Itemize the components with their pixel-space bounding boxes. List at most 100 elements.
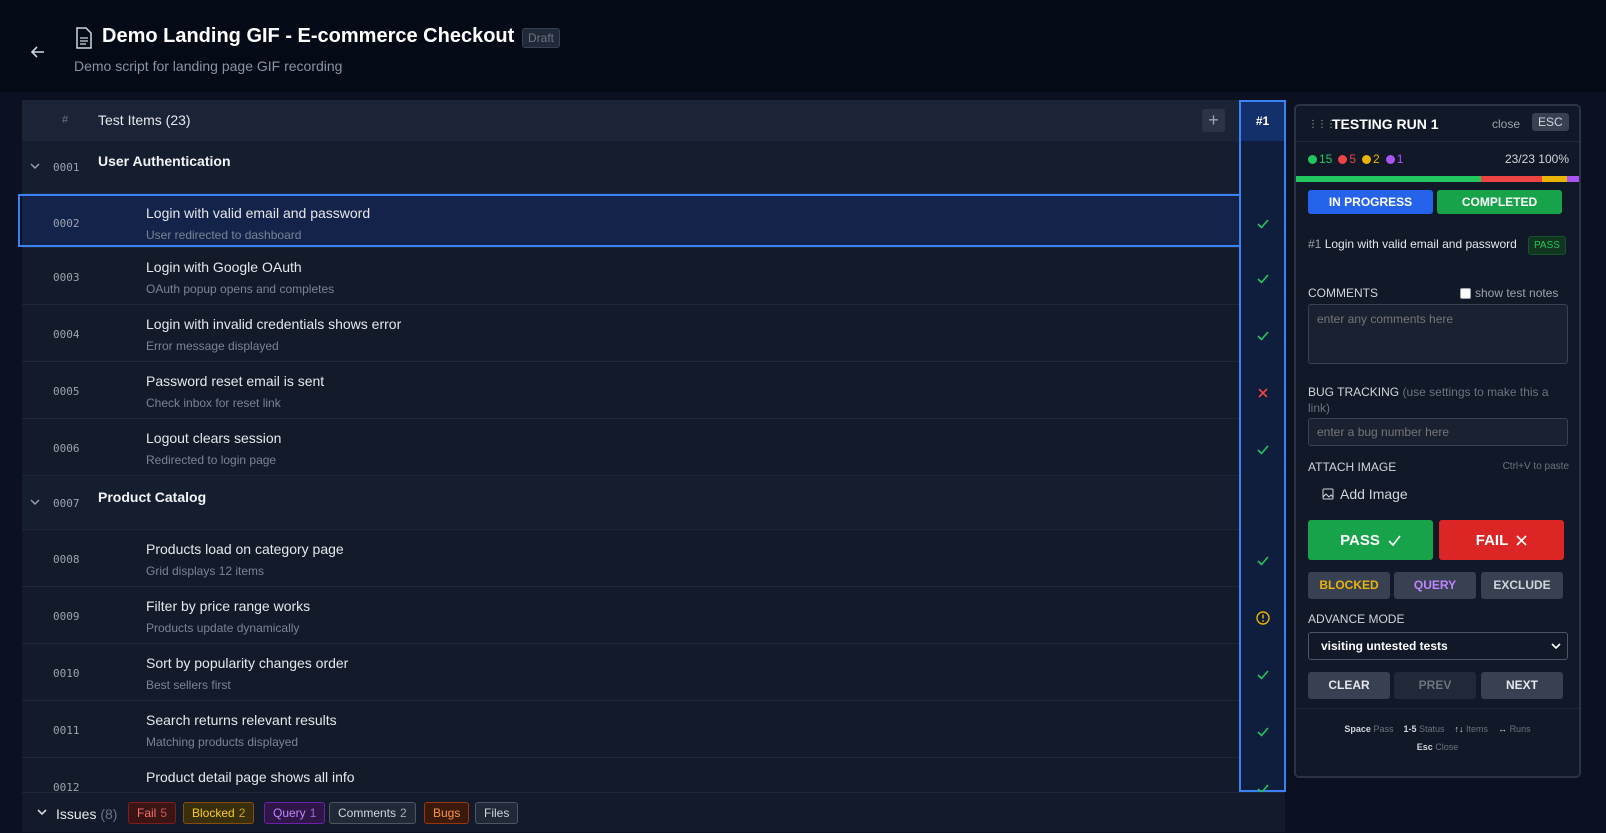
item-number: 0007 (53, 497, 80, 510)
table-row[interactable]: 0010 Sort by popularity changes order Best… (22, 645, 1285, 701)
progress-segment-pass (1296, 176, 1481, 182)
add-item-button[interactable]: + (1202, 109, 1225, 132)
check-icon[interactable] (1253, 440, 1273, 460)
test-description: User redirected to dashboard (146, 228, 302, 242)
test-name: Products load on category page (146, 541, 344, 557)
table-row[interactable]: 0009 Filter by price range works Products … (22, 588, 1285, 644)
item-number: 0004 (53, 328, 80, 341)
group-row[interactable]: 0001 User Authentication (22, 141, 1285, 194)
test-name: Login with valid email and password (146, 205, 371, 221)
shortcut-hint: ↔ Runs (1498, 724, 1531, 734)
clear-button[interactable]: CLEAR (1308, 672, 1390, 699)
check-icon[interactable] (1253, 722, 1273, 742)
bug-number-input[interactable] (1308, 418, 1568, 446)
esc-key-badge: ESC (1532, 113, 1569, 131)
exclude-button[interactable]: EXCLUDE (1481, 572, 1563, 599)
issue-chip-fail[interactable]: Fail 5 (128, 802, 177, 824)
table-row[interactable]: 0011 Search returns relevant results Match… (22, 702, 1285, 758)
chevron-down-icon[interactable] (36, 806, 48, 818)
issue-chip-query[interactable]: Query 1 (264, 802, 326, 824)
test-description: Best sellers first (146, 678, 231, 692)
chevron-down-icon[interactable] (30, 161, 40, 171)
item-number: 0001 (53, 161, 80, 174)
page-title: Demo Landing GIF - E-commerce Checkout (102, 25, 515, 47)
paste-hint: Ctrl+V to paste (1502, 461, 1569, 472)
run-column-header[interactable]: #1 (1241, 102, 1284, 141)
issue-chip-bugs[interactable]: Bugs (424, 802, 470, 824)
back-button[interactable] (26, 40, 50, 64)
next-button[interactable]: NEXT (1481, 672, 1563, 699)
testing-run-panel: ⋮⋮⋮ TESTING RUN 1 close ESC 15 5 2 1 23/… (1294, 104, 1581, 778)
test-name: Sort by popularity changes order (146, 655, 349, 671)
keyboard-shortcuts: Space Pass 1-5 Status ↑↓ Items ↔ Runs Esc Cl… (1296, 720, 1579, 756)
table-row[interactable]: 0003 Login with Google OAuth OAuth popup o… (22, 249, 1285, 305)
draft-badge: Draft (522, 28, 561, 48)
comments-input[interactable] (1308, 304, 1568, 364)
check-icon[interactable] (1253, 269, 1273, 289)
alert-circle-icon[interactable] (1253, 608, 1273, 628)
item-number: 0008 (53, 553, 80, 566)
page-header: Demo Landing GIF - E-commerce Checkout D… (0, 0, 1606, 92)
table-header: # Test Items (23) + (22, 100, 1285, 141)
table-row[interactable]: 0006 Logout clears session Redirected to l… (22, 420, 1285, 476)
show-test-notes-toggle[interactable]: show test notes (1460, 286, 1558, 300)
fail-button[interactable]: FAIL (1439, 520, 1564, 560)
test-name: Search returns relevant results (146, 712, 337, 728)
blocked-button[interactable]: BLOCKED (1308, 572, 1390, 599)
shortcut-hint: 1-5 Status (1403, 724, 1445, 734)
query-count: 1 (1385, 152, 1403, 166)
test-name: Product detail page shows all info (146, 769, 355, 785)
table-row[interactable]: 0008 Products load on category page Grid d… (22, 531, 1285, 587)
x-icon[interactable] (1253, 383, 1273, 403)
test-description: Redirected to login page (146, 453, 277, 467)
table-row[interactable]: 0005 Password reset email is sent Check in… (22, 363, 1285, 419)
issue-chip-files[interactable]: Files (475, 802, 519, 824)
document-icon (76, 27, 92, 49)
test-description: Grid displays 12 items (146, 564, 265, 578)
test-description: Error message displayed (146, 339, 279, 353)
check-icon[interactable] (1253, 665, 1273, 685)
drag-handle-icon[interactable]: ⋮⋮⋮ (1308, 119, 1336, 130)
check-icon[interactable] (1253, 326, 1273, 346)
image-icon (1322, 488, 1334, 500)
test-description: Check inbox for reset link (146, 396, 281, 410)
item-number: 0011 (53, 724, 80, 737)
pass-button[interactable]: PASS (1308, 520, 1433, 560)
table-row[interactable]: 0002 Login with valid email and password U… (22, 195, 1285, 248)
close-link[interactable]: close (1492, 117, 1520, 131)
blocked-count: 2 (1362, 152, 1380, 166)
advance-mode-select[interactable]: visiting untested tests (1308, 632, 1568, 660)
current-status-badge: PASS (1528, 236, 1566, 255)
issue-chip-comments[interactable]: Comments 2 (329, 802, 416, 824)
divider (1296, 708, 1579, 709)
issues-label[interactable]: Issues (8) (56, 806, 117, 822)
in-progress-button[interactable]: IN PROGRESS (1308, 190, 1433, 214)
checkbox[interactable] (1460, 287, 1471, 299)
shortcut-hint: Esc Close (1416, 742, 1459, 752)
item-number: 0002 (53, 217, 80, 230)
test-name: Login with invalid credentials shows err… (146, 316, 402, 332)
panel-title: TESTING RUN 1 (1332, 116, 1439, 132)
prev-button[interactable]: PREV (1394, 672, 1476, 699)
group-row[interactable]: 0007 Product Catalog (22, 477, 1285, 530)
test-name: Logout clears session (146, 430, 282, 446)
table-row[interactable]: 0012Product detail page shows all infoIm… (22, 759, 1285, 792)
x-icon (1516, 534, 1527, 546)
test-description: OAuth popup opens and completes (146, 282, 335, 296)
completion-summary: 23/23 100% (1504, 152, 1569, 166)
test-name: Login with Google OAuth (146, 259, 302, 275)
query-button[interactable]: QUERY (1394, 572, 1476, 599)
page-subtitle: Demo script for landing page GIF recordi… (74, 58, 343, 74)
number-column-header: # (62, 114, 69, 126)
check-icon[interactable] (1253, 551, 1273, 571)
add-image-button[interactable]: Add Image (1322, 486, 1408, 502)
chevron-down-icon[interactable] (30, 497, 40, 507)
completed-button[interactable]: COMPLETED (1437, 190, 1562, 214)
chevron-down-icon (1551, 643, 1561, 650)
check-icon[interactable] (1253, 214, 1273, 234)
table-row[interactable]: 0004 Login with invalid credentials shows… (22, 306, 1285, 362)
shortcut-hint: Space Pass (1344, 724, 1394, 734)
item-number: 0009 (53, 610, 80, 623)
panel-header: ⋮⋮⋮ TESTING RUN 1 close ESC (1296, 106, 1579, 142)
issue-chip-blocked[interactable]: Blocked 2 (183, 802, 255, 824)
